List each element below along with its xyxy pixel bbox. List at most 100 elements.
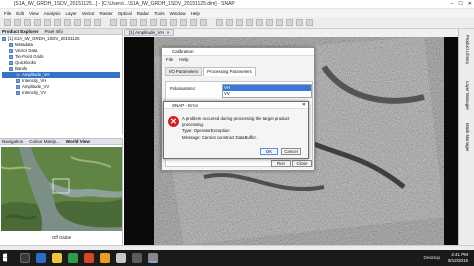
toolbar-tool-icon[interactable] (226, 19, 233, 26)
toolbar-tool-icon[interactable] (190, 19, 197, 26)
taskbar-active-app-icon[interactable] (148, 253, 158, 263)
toolbar-tool-icon[interactable] (74, 19, 81, 26)
file-explorer-icon[interactable] (52, 253, 62, 263)
band-icon (16, 91, 20, 95)
close-tab-icon[interactable]: × (167, 30, 170, 35)
folder-icon (9, 67, 13, 71)
calibration-menu-help[interactable]: Help (179, 57, 188, 62)
tree-item[interactable]: Intensity_VV (2, 90, 120, 96)
cancel-button[interactable]: Cancel (281, 148, 301, 155)
product-tree: [1] S1A_IW_GRDH_1SDV_20151125 Metadata Vec… (0, 35, 122, 97)
tab-processing-parameters[interactable]: Processing Parameters (203, 67, 256, 76)
band-icon (16, 73, 20, 77)
menu-layer[interactable]: Layer (65, 11, 76, 16)
error-dialog: SNAP - Error ✕ ✕ A problem occurred duri… (163, 101, 309, 159)
tab-product-library[interactable]: Product Library (465, 35, 470, 64)
taskbar-app-icon[interactable] (132, 253, 142, 263)
tree-item-label: Intensity_VV (22, 90, 47, 95)
toolbar-tool-icon[interactable] (180, 19, 187, 26)
menu-bar: File Edit View Analysis Layer Vector Raster Opt… (0, 9, 474, 17)
menu-raster[interactable]: Raster (100, 11, 113, 16)
minimize-button[interactable]: – (451, 1, 454, 7)
tab-colour-manipulation[interactable]: Colour Manip... (29, 139, 60, 144)
edge-browser-icon[interactable] (36, 253, 46, 263)
toolbar-tool-icon[interactable] (120, 19, 127, 26)
close-window-button[interactable]: ✕ (468, 1, 472, 7)
tab-world-view[interactable]: World View (66, 139, 90, 144)
toolbar-tool-icon[interactable] (200, 19, 207, 26)
toolbar-tool-icon[interactable] (286, 19, 293, 26)
menu-tools[interactable]: Tools (154, 11, 165, 16)
folder-icon (9, 43, 13, 47)
toolbar-tool-icon[interactable] (236, 19, 243, 26)
menu-vector[interactable]: Vector (82, 11, 95, 16)
toolbar-tool-icon[interactable] (110, 19, 117, 26)
toolbar-tool-icon[interactable] (54, 19, 61, 26)
close-icon[interactable]: ✕ (302, 102, 306, 108)
error-dialog-title: SNAP - Error (172, 102, 199, 108)
toolbar-tool-icon[interactable] (4, 19, 11, 26)
tab-product-explorer[interactable]: Product Explorer (2, 29, 39, 34)
store-icon[interactable] (68, 253, 78, 263)
office-app-icon[interactable] (84, 253, 94, 263)
polarisation-option-vv[interactable]: VV (223, 91, 311, 97)
maximize-button[interactable]: ☐ (458, 1, 462, 7)
toolbar-tool-icon[interactable] (160, 19, 167, 26)
run-button[interactable]: Run (271, 160, 291, 167)
toolbar-tool-icon[interactable] (256, 19, 263, 26)
toolbar-tool-icon[interactable] (306, 19, 313, 26)
toolbar-tool-icon[interactable] (140, 19, 147, 26)
toolbar-tool-icon[interactable] (14, 19, 21, 26)
error-icon: ✕ (168, 116, 179, 127)
start-button[interactable] (3, 253, 8, 262)
toolbar-tool-icon[interactable] (84, 19, 91, 26)
toolbar-tool-icon[interactable] (266, 19, 273, 26)
search-icon[interactable] (20, 253, 30, 263)
calibration-menu-file[interactable]: File (166, 57, 173, 62)
close-button[interactable]: Close (292, 160, 312, 167)
tab-layer-manager[interactable]: Layer Manager (465, 81, 470, 110)
menu-file[interactable]: File (4, 11, 11, 16)
desktop-toolbar-label[interactable]: Desktop (423, 255, 440, 260)
polarisations-list[interactable]: VH VV (222, 84, 312, 98)
title-bar: [S1A_IW_GRDH_1SDV_20151125...] - [C:\Use… (0, 0, 474, 9)
clock-date: 9/12/2016 (447, 258, 468, 263)
toolbar-tool-icon[interactable] (94, 19, 101, 26)
snap-app-window: [S1A_IW_GRDH_1SDV_20151125...] - [C:\Use… (0, 0, 474, 266)
menu-radar[interactable]: Radar (137, 11, 149, 16)
world-view-map[interactable] (1, 147, 122, 231)
band-icon (16, 85, 20, 89)
menu-view[interactable]: View (29, 11, 39, 16)
tab-navigation[interactable]: Navigation (2, 139, 23, 144)
toolbar-tool-icon[interactable] (296, 19, 303, 26)
menu-help[interactable]: Help (191, 11, 200, 16)
snap-app-icon[interactable] (116, 253, 126, 263)
toolbar-tool-icon[interactable] (170, 19, 177, 26)
product-explorer-panel: Product Explorer Pixel Info [1] S1A_IW_G… (0, 29, 123, 135)
menu-optical[interactable]: Optical (118, 11, 132, 16)
off-globe-label: Off Globe (51, 235, 72, 240)
chrome-icon[interactable] (100, 253, 110, 263)
tab-mask-manager[interactable]: Mask Manager (465, 123, 470, 151)
tab-amplitude-vh[interactable]: [1] Amplitude_VH × (124, 29, 175, 36)
menu-analysis[interactable]: Analysis (44, 11, 61, 16)
toolbar-tool-icon[interactable] (34, 19, 41, 26)
toolbar-tool-icon[interactable] (216, 19, 223, 26)
toolbar-tool-icon[interactable] (150, 19, 157, 26)
clock[interactable]: 4:41 PM 9/12/2016 (448, 252, 468, 264)
world-view-panel: Navigation Colour Manip... World View Of… (0, 138, 123, 245)
toolbar-tool-icon[interactable] (130, 19, 137, 26)
tab-io-parameters[interactable]: I/O Parameters (165, 67, 203, 76)
error-message-line: A problem occurred during processing the… (182, 116, 290, 128)
toolbar-tool-icon[interactable] (24, 19, 31, 26)
menu-edit[interactable]: Edit (16, 11, 24, 16)
tab-pixel-info[interactable]: Pixel Info (45, 29, 64, 34)
toolbar-tool-icon[interactable] (64, 19, 71, 26)
window-title: [S1A_IW_GRDH_1SDV_20151125...] - [C:\Use… (14, 1, 235, 7)
ok-button[interactable]: OK (260, 148, 278, 155)
toolbar-tool-icon[interactable] (246, 19, 253, 26)
toolbar-tool-icon[interactable] (44, 19, 51, 26)
calibration-title: Calibration (172, 49, 194, 54)
toolbar-tool-icon[interactable] (276, 19, 283, 26)
menu-window[interactable]: Window (170, 11, 186, 16)
